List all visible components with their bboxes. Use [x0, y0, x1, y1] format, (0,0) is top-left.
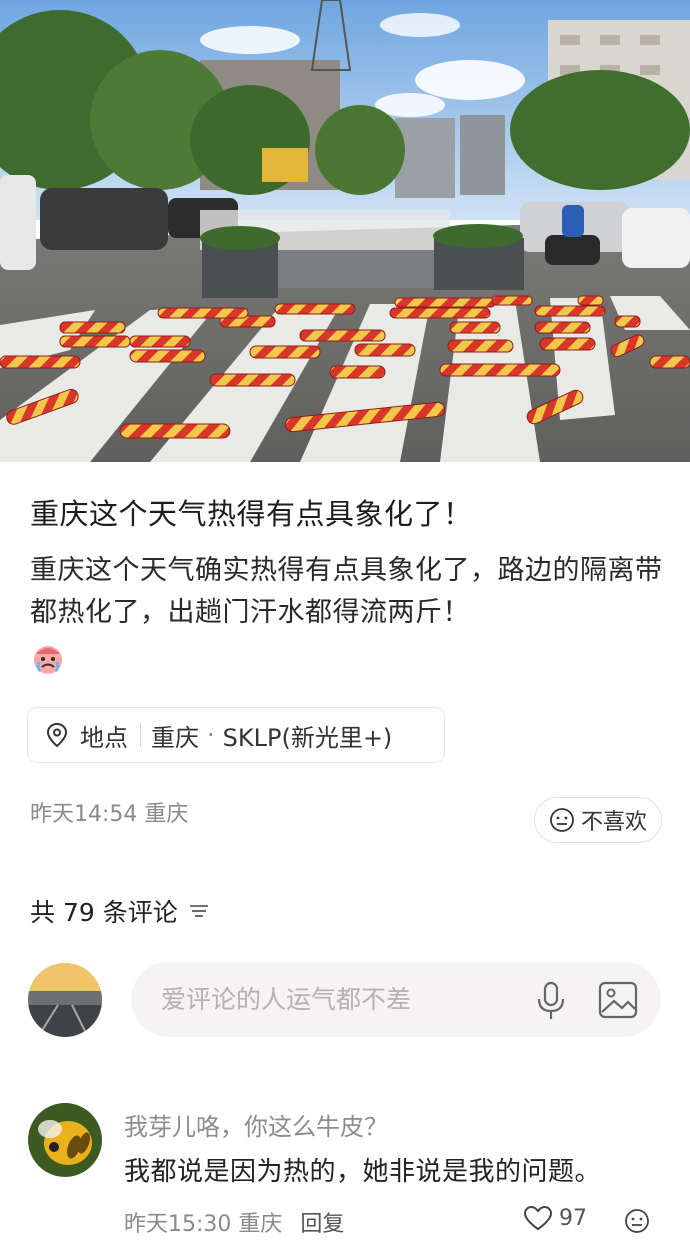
reply-button[interactable]: 回复 — [300, 1206, 344, 1238]
location-city: 重庆 — [151, 723, 199, 752]
commenter-avatar[interactable] — [28, 1103, 102, 1177]
comment-meta: 昨天15:30 重庆 回复 — [124, 1206, 344, 1238]
comments-count: 共 79 条评论 — [30, 898, 178, 927]
comment-like-count: 97 — [559, 1205, 587, 1231]
comment-input[interactable] — [159, 984, 523, 1015]
neutral-face-icon — [625, 1209, 649, 1233]
location-pin-icon — [46, 722, 68, 748]
post-title: 重庆这个天气热得有点具象化了！ — [30, 497, 473, 531]
location-chip[interactable]: 地点 重庆 · SKLP(新光里+) — [27, 707, 445, 763]
dislike-button[interactable]: 不喜欢 — [534, 797, 662, 843]
image-icon[interactable] — [598, 980, 638, 1020]
post-time-city: 昨天14:54 重庆 — [30, 802, 189, 827]
commenter-name[interactable]: 我芽儿咯，你这么牛皮？ — [124, 1107, 388, 1142]
location-label: 地点 — [80, 723, 128, 752]
post-photo[interactable] — [0, 0, 690, 462]
location-place: SKLP(新光里+) — [222, 723, 393, 752]
post-body: 重庆这个天气确实热得有点具象化了，路边的隔离带都热化了，出趟门汗水都得流两斤！ — [30, 555, 663, 628]
sort-icon[interactable] — [188, 902, 210, 920]
street-bollards-image — [0, 0, 690, 462]
heart-icon — [523, 1205, 553, 1231]
comment-input-box[interactable] — [131, 962, 661, 1037]
location-dot: · — [207, 721, 215, 749]
comment-dislike-button[interactable] — [624, 1208, 650, 1238]
dislike-label: 不喜欢 — [580, 810, 647, 835]
comments-header: 共 79 条评论 — [30, 893, 210, 929]
location-divider — [140, 723, 141, 747]
comment-like-button[interactable]: 97 — [523, 1205, 587, 1231]
microphone-icon[interactable] — [534, 981, 568, 1021]
crying-emoji-icon — [30, 640, 66, 676]
neutral-face-icon — [550, 808, 574, 832]
comment-text: 我都说是因为热的，她非说是我的问题。 — [124, 1157, 602, 1187]
current-user-avatar[interactable] — [28, 963, 102, 1037]
comment-time-city: 昨天15:30 重庆 — [124, 1212, 283, 1237]
